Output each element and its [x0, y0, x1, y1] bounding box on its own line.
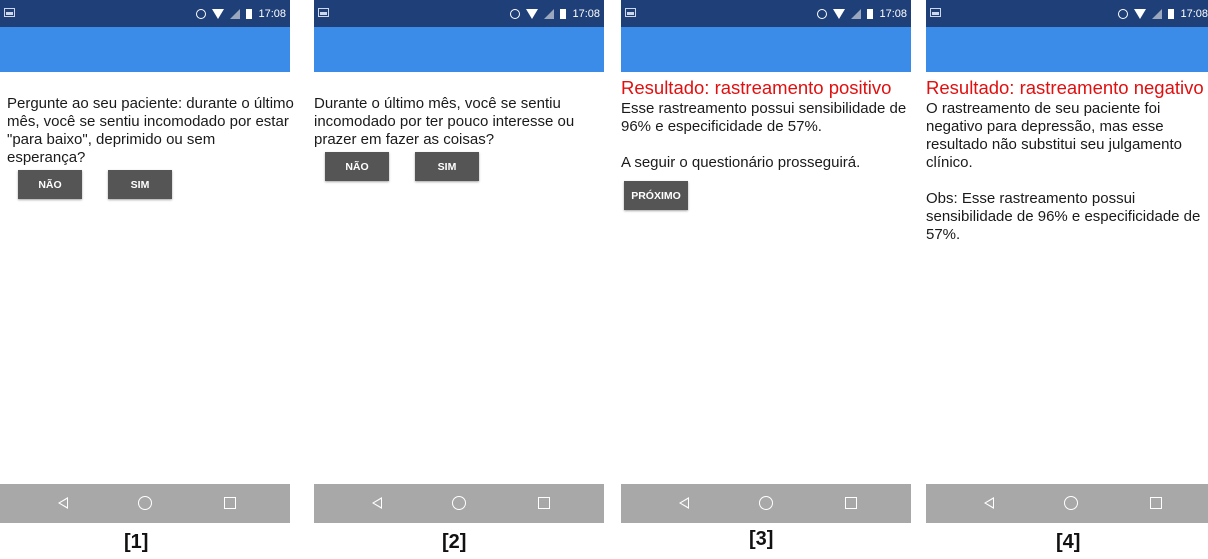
question-text: Durante o último mês, você se sentiu inc… [314, 95, 575, 148]
question-text: Pergunte ao seu paciente: durante o últi… [7, 95, 294, 166]
screen-content: Resultado: rastreamento positivo Esse ra… [621, 77, 911, 210]
screen-content: Resultado: rastreamento negativo O rastr… [926, 77, 1208, 244]
signal-icon [1152, 8, 1163, 19]
navigation-bar [314, 484, 604, 523]
status-bar: 17:08 [314, 0, 604, 27]
no-button[interactable]: NÃO [325, 152, 389, 181]
app-bar [926, 27, 1208, 72]
back-icon[interactable] [984, 497, 994, 509]
app-bar [314, 27, 604, 72]
alarm-icon [196, 8, 207, 19]
screen-label: [4] [1056, 531, 1081, 553]
screen-label: [2] [442, 531, 467, 553]
image-icon [625, 8, 636, 17]
next-button[interactable]: PRÓXIMO [624, 181, 688, 210]
status-time: 17:08 [1180, 7, 1208, 20]
image-icon [318, 8, 329, 17]
navigation-bar [0, 484, 290, 523]
screen-label: [3] [749, 528, 774, 550]
signal-icon [230, 8, 241, 19]
battery-icon [246, 8, 253, 19]
image-icon [930, 8, 941, 17]
result-description: Esse rastreamento possui sensibilidade d… [621, 100, 907, 135]
back-icon[interactable] [679, 497, 689, 509]
back-icon[interactable] [58, 497, 68, 509]
wifi-icon [526, 8, 539, 19]
status-time: 17:08 [879, 7, 907, 20]
recent-apps-icon[interactable] [538, 497, 550, 509]
navigation-bar [621, 484, 911, 523]
wifi-icon [833, 8, 846, 19]
battery-icon [560, 8, 567, 19]
navigation-bar [926, 484, 1208, 523]
alarm-icon [1118, 8, 1129, 19]
yes-button[interactable]: SIM [415, 152, 479, 181]
alarm-icon [510, 8, 521, 19]
app-bar [0, 27, 290, 72]
result-title: Resultado: rastreamento negativo [926, 77, 1204, 98]
no-button[interactable]: NÃO [18, 170, 82, 199]
status-bar: 17:08 [0, 0, 290, 27]
phone-screen-4: 17:08 Resultado: rastreamento negativo O… [926, 0, 1208, 559]
home-icon[interactable] [138, 496, 152, 510]
app-bar [621, 27, 911, 72]
result-title: Resultado: rastreamento positivo [621, 77, 892, 98]
home-icon[interactable] [1064, 496, 1078, 510]
observation-note: Obs: Esse rastreamento possui sensibilid… [926, 190, 1201, 243]
battery-icon [867, 8, 874, 19]
signal-icon [851, 8, 862, 19]
home-icon[interactable] [759, 496, 773, 510]
back-icon[interactable] [372, 497, 382, 509]
continue-notice: A seguir o questionário prosseguirá. [621, 154, 861, 171]
status-time: 17:08 [572, 7, 600, 20]
recent-apps-icon[interactable] [845, 497, 857, 509]
phone-screen-2: 17:08 Durante o último mês, você se sent… [314, 0, 604, 559]
phone-screen-1: 17:08 Pergunte ao seu paciente: durante … [0, 0, 294, 559]
result-description: O rastreamento de seu paciente foi negat… [926, 100, 1182, 171]
image-icon [4, 8, 15, 17]
home-icon[interactable] [452, 496, 466, 510]
screen-label: [1] [124, 531, 149, 553]
battery-icon [1168, 8, 1175, 19]
status-bar: 17:08 [926, 0, 1208, 27]
phone-screen-3: 17:08 Resultado: rastreamento positivo E… [621, 0, 911, 559]
recent-apps-icon[interactable] [1150, 497, 1162, 509]
yes-button[interactable]: SIM [108, 170, 172, 199]
alarm-icon [817, 8, 828, 19]
signal-icon [544, 8, 555, 19]
screen-content: Pergunte ao seu paciente: durante o últi… [7, 95, 297, 199]
wifi-icon [1134, 8, 1147, 19]
screen-content: Durante o último mês, você se sentiu inc… [314, 95, 604, 181]
status-bar: 17:08 [621, 0, 911, 27]
wifi-icon [212, 8, 225, 19]
recent-apps-icon[interactable] [224, 497, 236, 509]
status-time: 17:08 [258, 7, 286, 20]
